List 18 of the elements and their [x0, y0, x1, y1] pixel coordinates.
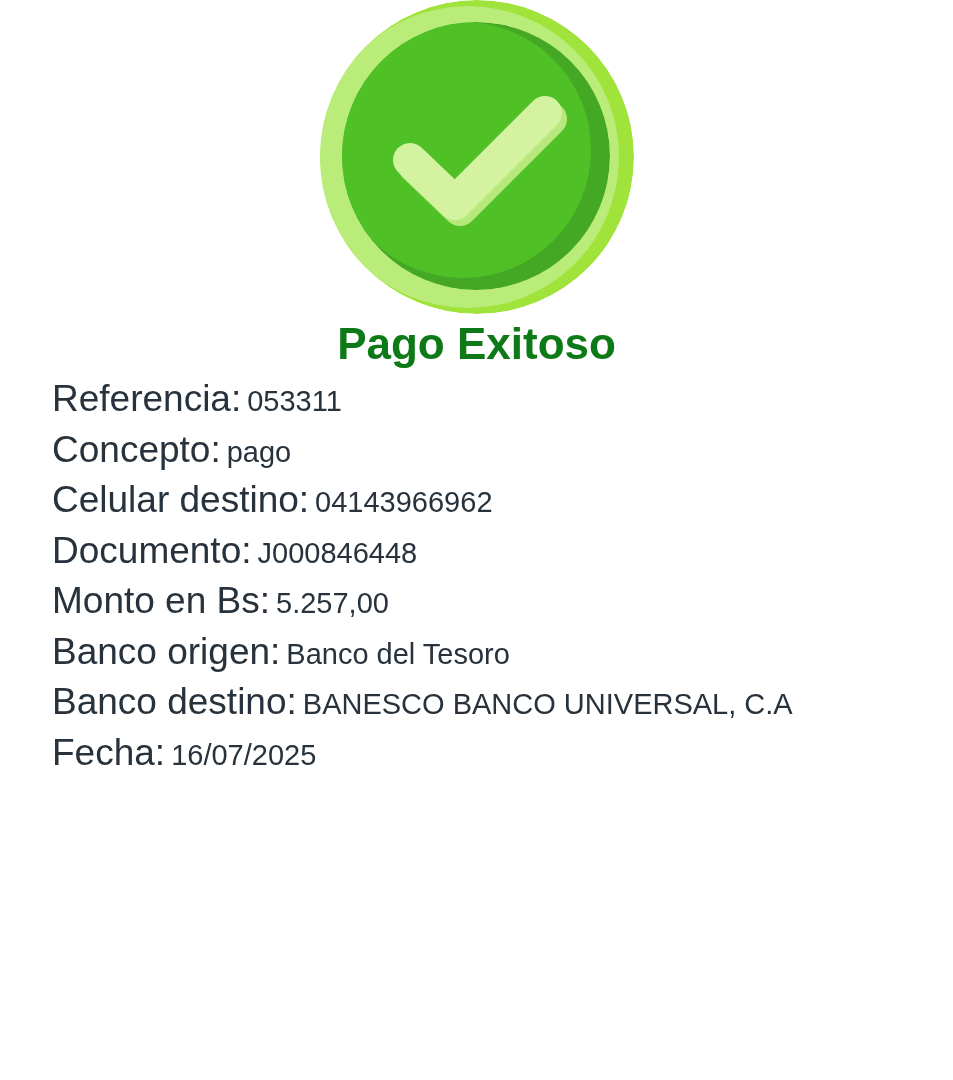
field-value: 16/07/2025 — [171, 737, 317, 773]
field-label: Fecha: — [52, 730, 166, 775]
check-circle-icon — [319, 0, 634, 314]
field-label: Concepto: — [52, 427, 221, 472]
field-label: Celular destino: — [52, 478, 310, 522]
field-label: Banco destino: — [52, 680, 297, 724]
field-value: BANESCO BANCO UNIVERSAL, C.A — [302, 687, 793, 722]
field-value: 053311 — [247, 384, 342, 419]
field-value: J000846448 — [257, 535, 418, 571]
field-value: 5.257,00 — [276, 586, 389, 621]
field-label: Documento: — [52, 528, 252, 573]
field-value: 04143966962 — [315, 485, 493, 520]
field-label: Monto en Bs: — [52, 579, 270, 623]
field-value: pago — [226, 434, 292, 470]
field-label: Referencia: — [52, 377, 242, 421]
field-value: Banco del Tesoro — [286, 636, 510, 672]
status-title: Pago Exitoso — [337, 319, 616, 369]
field-label: Banco origen: — [52, 629, 281, 674]
